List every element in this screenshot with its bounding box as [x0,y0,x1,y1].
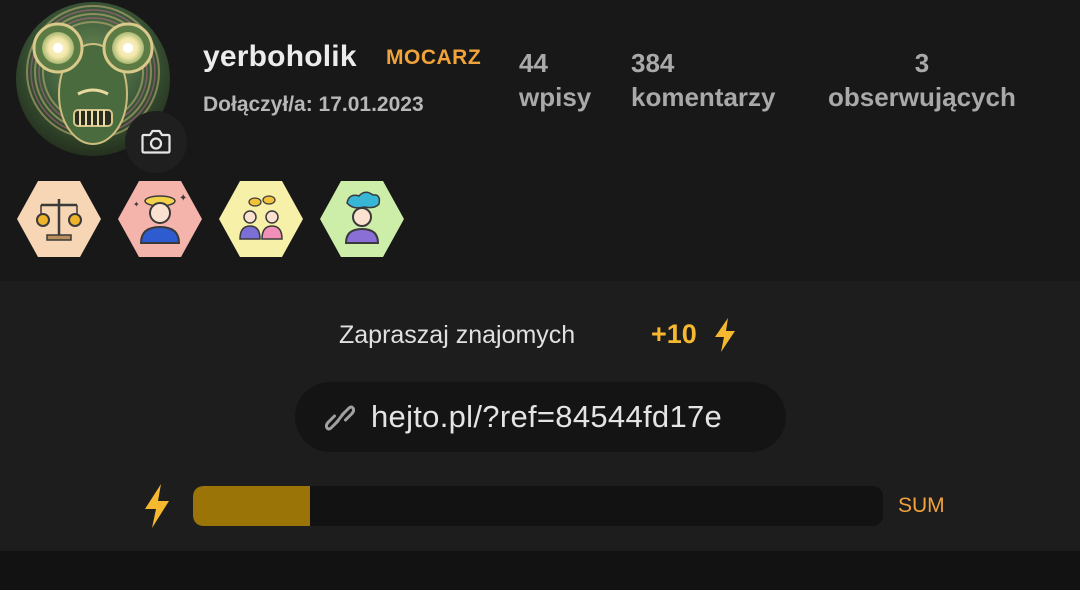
change-avatar-button[interactable] [125,111,187,173]
stat-comments-value: 384 [631,48,675,78]
rank-badge: MOCARZ [386,46,482,69]
invite-progress-fill [193,486,311,526]
stat-followers-label: obserwujących [828,82,1016,112]
invite-title: Zapraszaj znajomych [339,321,576,349]
stat-followers-value: 3 [914,48,930,78]
lightning-bolt-icon [715,318,735,352]
svg-text:✦: ✦ [133,200,140,209]
two-people-chatting-icon [219,181,303,257]
stat-posts[interactable]: 44 wpisy [519,46,591,114]
invite-panel: Zapraszaj znajomych +10 hejto.pl/?ref=84… [0,281,1080,551]
badge-dizzy-person[interactable]: ✦ ✦ [117,179,203,259]
stat-comments-label: komentarzy [631,82,776,112]
badge-people-chatting[interactable] [218,179,304,259]
referral-link-text: hejto.pl/?ref=84544fd17e [371,399,723,434]
invite-bonus: +10 [651,319,697,349]
person-with-thought-cloud-icon [320,181,404,257]
badge-thinking-person[interactable] [319,179,405,259]
profile-header: yerboholik MOCARZ Dołączył/a: 17.01.2023… [0,0,1080,281]
badge-scales[interactable] [16,179,102,259]
dizzy-person-icon: ✦ ✦ [118,181,202,257]
stat-posts-value: 44 [519,48,548,78]
stat-followers[interactable]: 3 obserwujących [828,46,1016,114]
invite-progress-bar [193,486,883,526]
svg-text:✦: ✦ [179,193,187,204]
join-date: Dołączył/a: 17.01.2023 [203,93,424,116]
referral-link-button[interactable]: hejto.pl/?ref=84544fd17e [295,382,786,452]
username: yerboholik [203,40,357,73]
stat-comments[interactable]: 384 komentarzy [631,46,776,114]
stat-posts-label: wpisy [519,82,592,112]
link-icon [325,405,355,431]
lightning-bolt-icon [145,484,169,528]
scales-of-justice-icon [17,181,101,257]
camera-icon [141,129,171,154]
sum-label: SUM [898,494,945,517]
